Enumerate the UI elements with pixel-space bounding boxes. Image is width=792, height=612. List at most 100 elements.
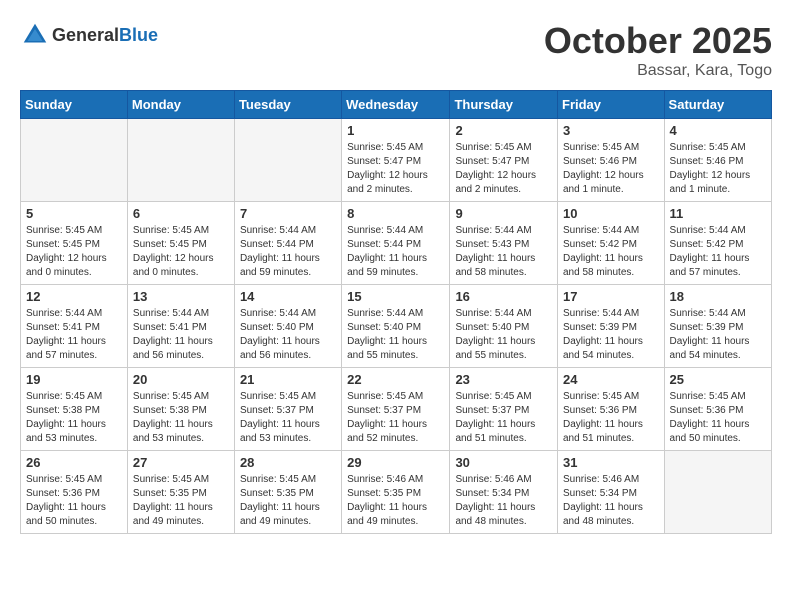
day-info: Sunrise: 5:44 AM Sunset: 5:39 PM Dayligh… — [563, 307, 659, 363]
day-number: 2 — [455, 123, 552, 138]
day-header-wednesday: Wednesday — [342, 91, 450, 119]
day-number: 4 — [670, 123, 766, 138]
page-header: GeneralBlue October 2025 Bassar, Kara, T… — [20, 20, 772, 80]
day-number: 13 — [133, 289, 229, 304]
calendar-cell: 4Sunrise: 5:45 AM Sunset: 5:46 PM Daylig… — [664, 119, 771, 202]
calendar-table: SundayMondayTuesdayWednesdayThursdayFrid… — [20, 90, 772, 534]
calendar-cell — [127, 119, 234, 202]
day-number: 21 — [240, 372, 336, 387]
day-header-friday: Friday — [558, 91, 665, 119]
logo: GeneralBlue — [20, 20, 158, 50]
day-info: Sunrise: 5:45 AM Sunset: 5:47 PM Dayligh… — [347, 141, 444, 197]
day-number: 15 — [347, 289, 444, 304]
calendar-cell — [664, 451, 771, 534]
calendar-cell: 28Sunrise: 5:45 AM Sunset: 5:35 PM Dayli… — [234, 451, 341, 534]
day-info: Sunrise: 5:44 AM Sunset: 5:40 PM Dayligh… — [347, 307, 444, 363]
day-number: 25 — [670, 372, 766, 387]
day-info: Sunrise: 5:46 AM Sunset: 5:35 PM Dayligh… — [347, 473, 444, 529]
calendar-cell: 17 Sunrise: 5:44 AM Sunset: 5:39 PM Dayli… — [558, 285, 665, 368]
day-info: Sunrise: 5:45 AM Sunset: 5:36 PM Dayligh… — [563, 390, 659, 446]
calendar-cell: 30 Sunrise: 5:46 AM Sunset: 5:34 PM Dayli… — [450, 451, 558, 534]
day-number: 28 — [240, 455, 336, 470]
logo-icon — [20, 20, 50, 50]
calendar-cell: 18 Sunrise: 5:44 AM Sunset: 5:39 PM Dayli… — [664, 285, 771, 368]
day-info: Sunrise: 5:46 AM Sunset: 5:34 PM Dayligh… — [563, 473, 659, 529]
day-number: 23 — [455, 372, 552, 387]
calendar-cell: 5 Sunrise: 5:45 AM Sunset: 5:45 PM Daylig… — [21, 202, 128, 285]
calendar-cell: 7Sunrise: 5:44 AM Sunset: 5:44 PM Daylig… — [234, 202, 341, 285]
calendar-cell: 11 Sunrise: 5:44 AM Sunset: 5:42 PM Dayli… — [664, 202, 771, 285]
day-number: 8 — [347, 206, 444, 221]
calendar-cell: 1 Sunrise: 5:45 AM Sunset: 5:47 PM Daylig… — [342, 119, 450, 202]
day-number: 30 — [455, 455, 552, 470]
day-info: Sunrise: 5:45 AM Sunset: 5:45 PM Dayligh… — [133, 224, 229, 280]
day-info: Sunrise: 5:45 AM Sunset: 5:37 PM Dayligh… — [347, 390, 444, 446]
calendar-week-row: 19 Sunrise: 5:45 AM Sunset: 5:38 PM Dayli… — [21, 368, 772, 451]
day-number: 5 — [26, 206, 122, 221]
day-info: Sunrise: 5:45 AM Sunset: 5:37 PM Dayligh… — [455, 390, 552, 446]
day-number: 17 — [563, 289, 659, 304]
day-info: Sunrise: 5:44 AM Sunset: 5:40 PM Dayligh… — [455, 307, 552, 363]
calendar-cell: 25 Sunrise: 5:45 AM Sunset: 5:36 PM Dayli… — [664, 368, 771, 451]
day-info: Sunrise: 5:45 AM Sunset: 5:38 PM Dayligh… — [133, 390, 229, 446]
calendar-cell: 8 Sunrise: 5:44 AM Sunset: 5:44 PM Daylig… — [342, 202, 450, 285]
day-header-monday: Monday — [127, 91, 234, 119]
calendar-cell: 12 Sunrise: 5:44 AM Sunset: 5:41 PM Dayli… — [21, 285, 128, 368]
calendar-cell: 13 Sunrise: 5:44 AM Sunset: 5:41 PM Dayli… — [127, 285, 234, 368]
calendar-week-row: 12 Sunrise: 5:44 AM Sunset: 5:41 PM Dayli… — [21, 285, 772, 368]
calendar-cell: 27 Sunrise: 5:45 AM Sunset: 5:35 PM Dayli… — [127, 451, 234, 534]
day-number: 26 — [26, 455, 122, 470]
day-number: 31 — [563, 455, 659, 470]
calendar-cell: 21 Sunrise: 5:45 AM Sunset: 5:37 PM Dayli… — [234, 368, 341, 451]
calendar-cell: 31 Sunrise: 5:46 AM Sunset: 5:34 PM Dayli… — [558, 451, 665, 534]
day-number: 22 — [347, 372, 444, 387]
day-header-saturday: Saturday — [664, 91, 771, 119]
day-number: 20 — [133, 372, 229, 387]
day-header-tuesday: Tuesday — [234, 91, 341, 119]
day-info: Sunrise: 5:45 AM Sunset: 5:38 PM Dayligh… — [26, 390, 122, 446]
calendar-cell: 16 Sunrise: 5:44 AM Sunset: 5:40 PM Dayli… — [450, 285, 558, 368]
day-number: 27 — [133, 455, 229, 470]
day-info: Sunrise: 5:45 AM Sunset: 5:45 PM Dayligh… — [26, 224, 122, 280]
day-info: Sunrise: 5:44 AM Sunset: 5:41 PM Dayligh… — [133, 307, 229, 363]
day-info: Sunrise: 5:46 AM Sunset: 5:34 PM Dayligh… — [455, 473, 552, 529]
day-number: 18 — [670, 289, 766, 304]
calendar-week-row: 26Sunrise: 5:45 AM Sunset: 5:36 PM Dayli… — [21, 451, 772, 534]
calendar-cell: 9 Sunrise: 5:44 AM Sunset: 5:43 PM Daylig… — [450, 202, 558, 285]
day-number: 10 — [563, 206, 659, 221]
calendar-cell: 14Sunrise: 5:44 AM Sunset: 5:40 PM Dayli… — [234, 285, 341, 368]
logo-blue: Blue — [119, 25, 158, 45]
day-number: 9 — [455, 206, 552, 221]
day-number: 19 — [26, 372, 122, 387]
calendar-cell: 20 Sunrise: 5:45 AM Sunset: 5:38 PM Dayli… — [127, 368, 234, 451]
calendar-cell: 15 Sunrise: 5:44 AM Sunset: 5:40 PM Dayli… — [342, 285, 450, 368]
day-info: Sunrise: 5:45 AM Sunset: 5:36 PM Dayligh… — [670, 390, 766, 446]
day-info: Sunrise: 5:44 AM Sunset: 5:41 PM Dayligh… — [26, 307, 122, 363]
day-info: Sunrise: 5:45 AM Sunset: 5:37 PM Dayligh… — [240, 390, 336, 446]
day-info: Sunrise: 5:44 AM Sunset: 5:39 PM Dayligh… — [670, 307, 766, 363]
day-number: 16 — [455, 289, 552, 304]
calendar-cell: 6Sunrise: 5:45 AM Sunset: 5:45 PM Daylig… — [127, 202, 234, 285]
calendar-cell: 24Sunrise: 5:45 AM Sunset: 5:36 PM Dayli… — [558, 368, 665, 451]
title-block: October 2025 Bassar, Kara, Togo — [544, 20, 772, 80]
calendar-cell: 29 Sunrise: 5:46 AM Sunset: 5:35 PM Dayli… — [342, 451, 450, 534]
day-info: Sunrise: 5:45 AM Sunset: 5:47 PM Dayligh… — [455, 141, 552, 197]
day-number: 12 — [26, 289, 122, 304]
day-number: 3 — [563, 123, 659, 138]
calendar-cell: 3Sunrise: 5:45 AM Sunset: 5:46 PM Daylig… — [558, 119, 665, 202]
logo-general: General — [52, 25, 119, 45]
calendar-week-row: 1 Sunrise: 5:45 AM Sunset: 5:47 PM Daylig… — [21, 119, 772, 202]
day-info: Sunrise: 5:44 AM Sunset: 5:42 PM Dayligh… — [670, 224, 766, 280]
day-number: 11 — [670, 206, 766, 221]
month-title: October 2025 — [544, 20, 772, 62]
day-info: Sunrise: 5:44 AM Sunset: 5:44 PM Dayligh… — [240, 224, 336, 280]
day-header-sunday: Sunday — [21, 91, 128, 119]
day-info: Sunrise: 5:44 AM Sunset: 5:43 PM Dayligh… — [455, 224, 552, 280]
day-header-thursday: Thursday — [450, 91, 558, 119]
location-title: Bassar, Kara, Togo — [544, 62, 772, 80]
day-info: Sunrise: 5:44 AM Sunset: 5:44 PM Dayligh… — [347, 224, 444, 280]
day-number: 1 — [347, 123, 444, 138]
day-info: Sunrise: 5:45 AM Sunset: 5:35 PM Dayligh… — [133, 473, 229, 529]
day-number: 29 — [347, 455, 444, 470]
calendar-cell — [21, 119, 128, 202]
